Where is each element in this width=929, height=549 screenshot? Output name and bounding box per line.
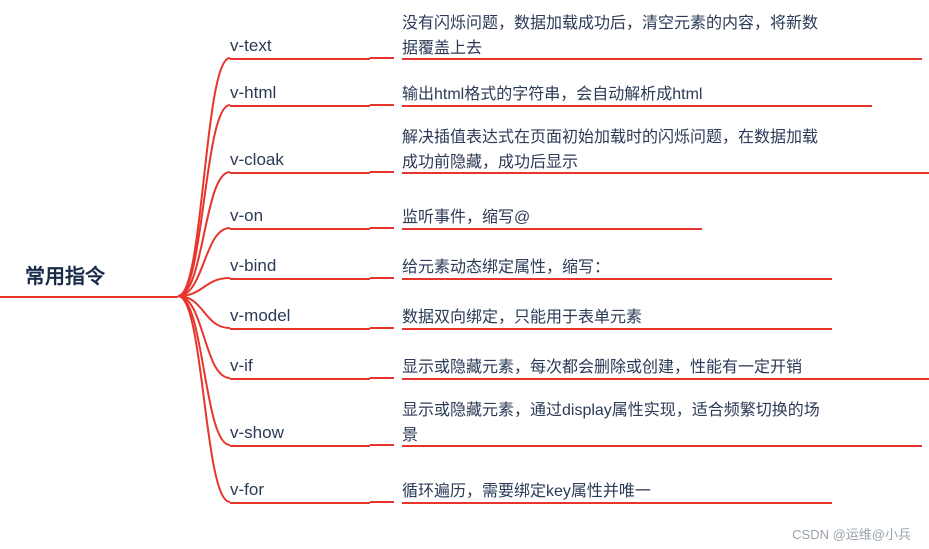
description-underline <box>402 328 832 330</box>
directive-underline <box>230 328 370 330</box>
mini-branch <box>370 298 394 358</box>
directive-label: v-model <box>230 306 370 326</box>
directive-label: v-show <box>230 423 370 443</box>
directive-label: v-if <box>230 356 370 376</box>
description-underline <box>402 105 872 107</box>
description-underline <box>402 228 702 230</box>
root-branches <box>178 0 230 549</box>
directive-underline <box>230 278 370 280</box>
directive-label: v-for <box>230 480 370 500</box>
directive-label: v-bind <box>230 256 370 276</box>
description-underline <box>402 278 832 280</box>
directive-label: v-text <box>230 36 370 56</box>
mini-branch <box>370 142 394 202</box>
watermark: CSDN @运维@小兵 <box>792 524 911 543</box>
mini-branch <box>370 472 394 532</box>
root-underline <box>0 296 178 298</box>
description-underline <box>402 172 929 174</box>
directive-underline <box>230 378 370 380</box>
mini-branch <box>370 75 394 135</box>
mini-branch <box>370 248 394 308</box>
mini-branch <box>370 348 394 408</box>
directive-underline <box>230 105 370 107</box>
directive-underline <box>230 172 370 174</box>
mini-branch <box>370 198 394 258</box>
directive-label: v-html <box>230 83 370 103</box>
mini-branch <box>370 415 394 475</box>
description-underline <box>402 502 832 504</box>
directive-underline <box>230 58 370 60</box>
directive-underline <box>230 445 370 447</box>
description-text: 解决插值表达式在页面初始加载时的闪烁问题，在数据加载成功前隐藏，成功后显示 <box>402 126 832 176</box>
description-underline <box>402 445 922 447</box>
description-text: 显示或隐藏元素，通过display属性实现，适合频繁切换的场景 <box>402 399 832 449</box>
description-underline <box>402 378 929 380</box>
directive-underline <box>230 228 370 230</box>
directive-label: v-on <box>230 206 370 226</box>
directive-underline <box>230 502 370 504</box>
mini-branch <box>370 28 394 88</box>
description-text: 没有闪烁问题，数据加载成功后，清空元素的内容，将新数据覆盖上去 <box>402 12 832 62</box>
root-node: 常用指令 <box>25 260 105 289</box>
description-underline <box>402 58 922 60</box>
directive-label: v-cloak <box>230 150 370 170</box>
